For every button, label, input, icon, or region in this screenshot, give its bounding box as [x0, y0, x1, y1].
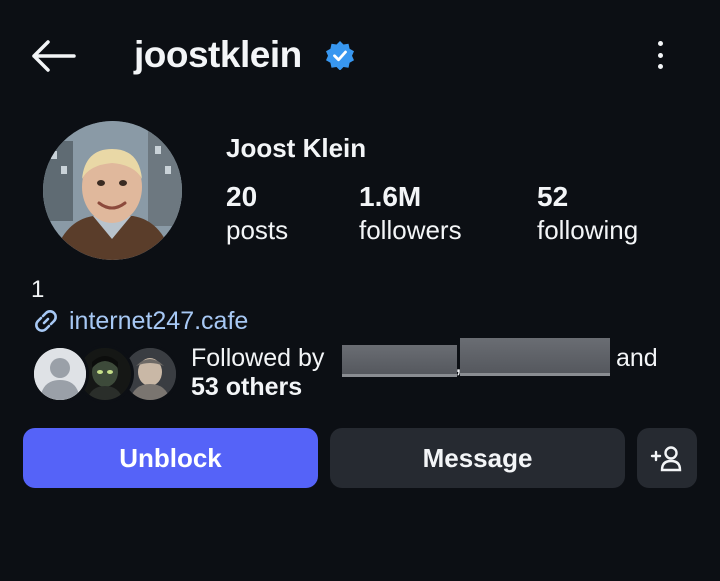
back-button[interactable]: [28, 36, 78, 76]
followers-stat[interactable]: 1.6M followers: [359, 180, 462, 246]
arrow-left-icon: [32, 40, 76, 72]
followers-count: 1.6M: [359, 181, 422, 212]
mutual-followers-avatars[interactable]: [31, 345, 181, 403]
more-options-button[interactable]: [648, 38, 672, 72]
followers-label: followers: [359, 215, 462, 245]
display-name: Joost Klein: [226, 133, 367, 163]
redacted-username[interactable]: [460, 338, 610, 376]
message-button[interactable]: Message: [330, 428, 625, 488]
following-stat[interactable]: 52 following: [537, 180, 638, 246]
avatar-photo: [43, 121, 182, 260]
posts-count: 20: [226, 181, 258, 212]
add-user-button[interactable]: [637, 428, 697, 488]
redacted-username[interactable]: [342, 345, 457, 377]
more-vertical-icon: [657, 41, 663, 46]
bio-link[interactable]: internet247.cafe: [31, 306, 248, 336]
posts-stat[interactable]: 20 posts: [226, 180, 288, 246]
bio-link-text: internet247.cafe: [69, 307, 249, 335]
bio-text: 1: [31, 276, 45, 303]
following-count: 52: [537, 181, 569, 212]
profile-page: joostklein Joost Klein 20 posts 1.6M fol…: [0, 0, 720, 581]
mutual-avatar: [31, 345, 89, 403]
followed-by-label: Followed by: [191, 344, 325, 372]
followed-by-others[interactable]: 53 others: [191, 373, 302, 402]
unblock-button[interactable]: Unblock: [23, 428, 318, 488]
posts-label: posts: [226, 215, 289, 245]
profile-username: joostklein: [134, 34, 302, 75]
add-user-icon: [650, 446, 682, 472]
default-avatar-icon: [34, 348, 86, 400]
link-icon: [35, 310, 57, 332]
followed-by-and: and: [616, 344, 658, 372]
following-label: following: [537, 215, 639, 245]
verified-badge-icon: [326, 41, 354, 70]
profile-avatar[interactable]: [43, 121, 182, 260]
